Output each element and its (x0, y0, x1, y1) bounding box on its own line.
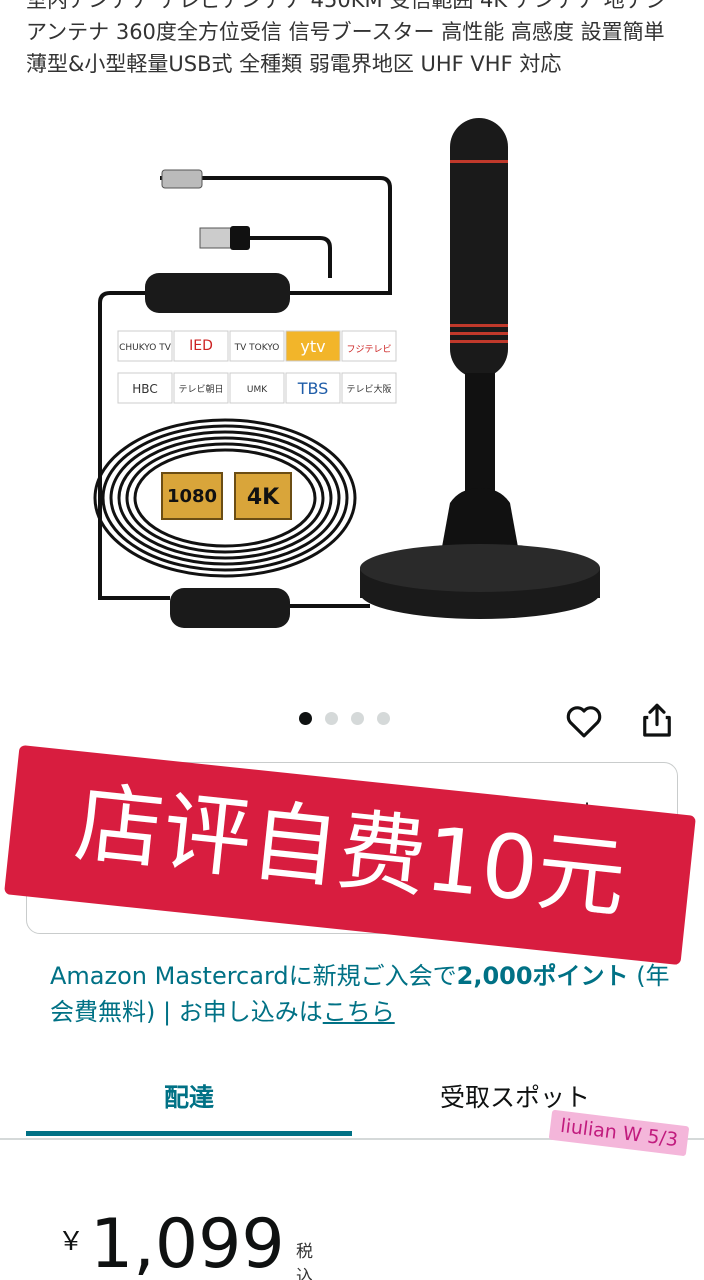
product-image[interactable]: CHUKYO TV IED TV TOKYO ytv フジテレビ HBC テレビ… (90, 118, 620, 648)
svg-text:TV TOKYO: TV TOKYO (234, 343, 280, 353)
promo-points: 2,000ポイント (456, 962, 629, 990)
svg-text:4K: 4K (247, 485, 280, 510)
product-title: 室内アンテナ テレビアンテナ 450KM 受信範囲 4K アンテナ 地デジアンテ… (26, 0, 667, 76)
svg-text:1080: 1080 (167, 486, 217, 507)
price-tax-label: 税込 (296, 1242, 313, 1280)
svg-text:UMK: UMK (247, 385, 268, 395)
share-icon[interactable] (636, 700, 678, 742)
svg-text:CHUKYO TV: CHUKYO TV (119, 343, 172, 353)
svg-text:テレビ朝日: テレビ朝日 (178, 384, 223, 395)
pagination-dot[interactable] (377, 712, 390, 725)
pagination-dot[interactable] (325, 712, 338, 725)
svg-text:フジテレビ: フジテレビ (346, 344, 391, 355)
promo-prefix: Amazon Mastercardに新規ご入会で (50, 962, 457, 990)
svg-text:ytv: ytv (300, 337, 325, 356)
svg-text:TBS: TBS (297, 379, 329, 398)
mastercard-promo: Amazon Mastercardに新規ご入会で2,000ポイント (年会費無料… (50, 958, 670, 1030)
pagination-dot[interactable] (299, 712, 312, 725)
promo-link[interactable]: こちら (323, 998, 395, 1026)
image-pagination-dots[interactable] (299, 712, 390, 725)
pagination-dot[interactable] (351, 712, 364, 725)
svg-text:テレビ大阪: テレビ大阪 (346, 383, 391, 395)
price-value: 1,099 (90, 1205, 285, 1280)
heart-icon[interactable] (563, 700, 605, 742)
tab-delivery[interactable]: 配達 (26, 1070, 352, 1136)
price-currency-symbol: ￥ (58, 1227, 85, 1257)
svg-text:IED: IED (189, 338, 213, 354)
svg-text:HBC: HBC (132, 382, 157, 396)
